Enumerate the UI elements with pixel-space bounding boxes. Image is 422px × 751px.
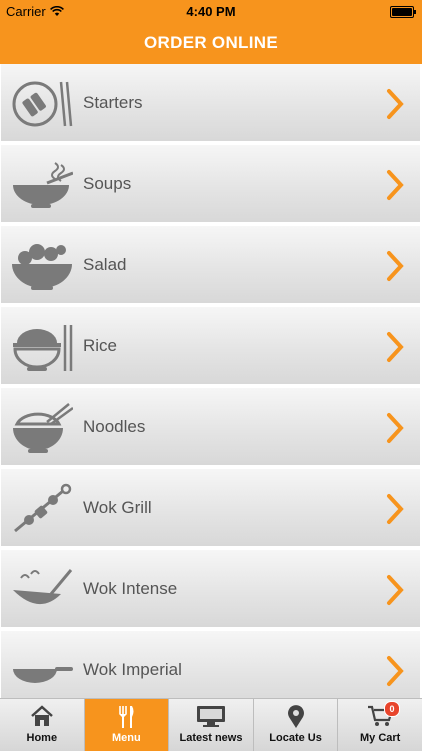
skewer-icon <box>14 483 72 533</box>
tab-label: Menu <box>112 732 141 744</box>
monitor-icon <box>196 706 225 727</box>
home-icon <box>30 705 53 726</box>
chevron-right-icon <box>387 575 404 605</box>
tab-my-cart[interactable]: 0 My Cart <box>338 699 422 751</box>
menu-category-list: Starters Soups Salad Rice Noodles Wok Gr… <box>0 64 422 698</box>
cutlery-icon <box>119 706 134 728</box>
status-bar: Carrier 4:40 PM <box>0 0 422 22</box>
menu-item-label: Salad <box>83 255 127 274</box>
tab-menu[interactable]: Menu <box>84 699 170 751</box>
soup-bowl-icon <box>13 162 73 208</box>
chevron-right-icon <box>387 494 404 524</box>
noodles-bowl-icon <box>13 403 73 453</box>
chevron-right-icon <box>387 413 404 443</box>
menu-item-label: Noodles <box>83 417 146 436</box>
map-pin-icon <box>287 705 304 728</box>
page-title: ORDER ONLINE <box>0 22 422 64</box>
menu-item-wok-grill[interactable]: Wok Grill <box>1 469 420 548</box>
tab-label: Locate Us <box>269 732 322 744</box>
menu-item-salad[interactable]: Salad <box>1 226 420 305</box>
menu-item-label: Wok Intense <box>83 579 178 598</box>
menu-item-label: Wok Grill <box>83 498 152 517</box>
clock: 4:40 PM <box>186 4 236 19</box>
menu-item-label: Starters <box>83 93 143 112</box>
menu-item-noodles[interactable]: Noodles <box>1 388 420 467</box>
menu-item-wok-imperial[interactable]: Wok Imperial <box>1 631 420 698</box>
menu-item-soups[interactable]: Soups <box>1 145 420 224</box>
tab-label: Latest news <box>179 732 243 744</box>
tab-bar: Home Menu Latest news Locate Us 0 My Car… <box>0 698 422 751</box>
chevron-right-icon <box>387 251 404 281</box>
wok-pan-icon <box>13 667 73 683</box>
rice-bowl-icon <box>13 325 73 371</box>
starters-icon <box>12 81 73 127</box>
cart-count-badge: 0 <box>383 701 400 717</box>
tab-label: My Cart <box>360 732 401 744</box>
battery-icon <box>390 6 416 18</box>
tab-home[interactable]: Home <box>0 699 85 751</box>
tab-locate-us[interactable]: Locate Us <box>253 699 339 751</box>
menu-item-wok-intense[interactable]: Wok Intense <box>1 550 420 629</box>
tab-label: Home <box>26 732 58 744</box>
menu-item-rice[interactable]: Rice <box>1 307 420 386</box>
chevron-right-icon <box>387 656 404 686</box>
tab-latest-news[interactable]: Latest news <box>169 699 254 751</box>
menu-item-starters[interactable]: Starters <box>1 64 420 143</box>
chevron-right-icon <box>387 89 404 119</box>
salad-bowl-icon <box>12 244 72 290</box>
menu-item-label: Rice <box>83 336 118 355</box>
wok-toss-icon <box>13 569 73 605</box>
menu-item-label: Soups <box>83 174 132 193</box>
chevron-right-icon <box>387 332 404 362</box>
chevron-right-icon <box>387 170 404 200</box>
menu-item-label: Wok Imperial <box>83 660 182 679</box>
